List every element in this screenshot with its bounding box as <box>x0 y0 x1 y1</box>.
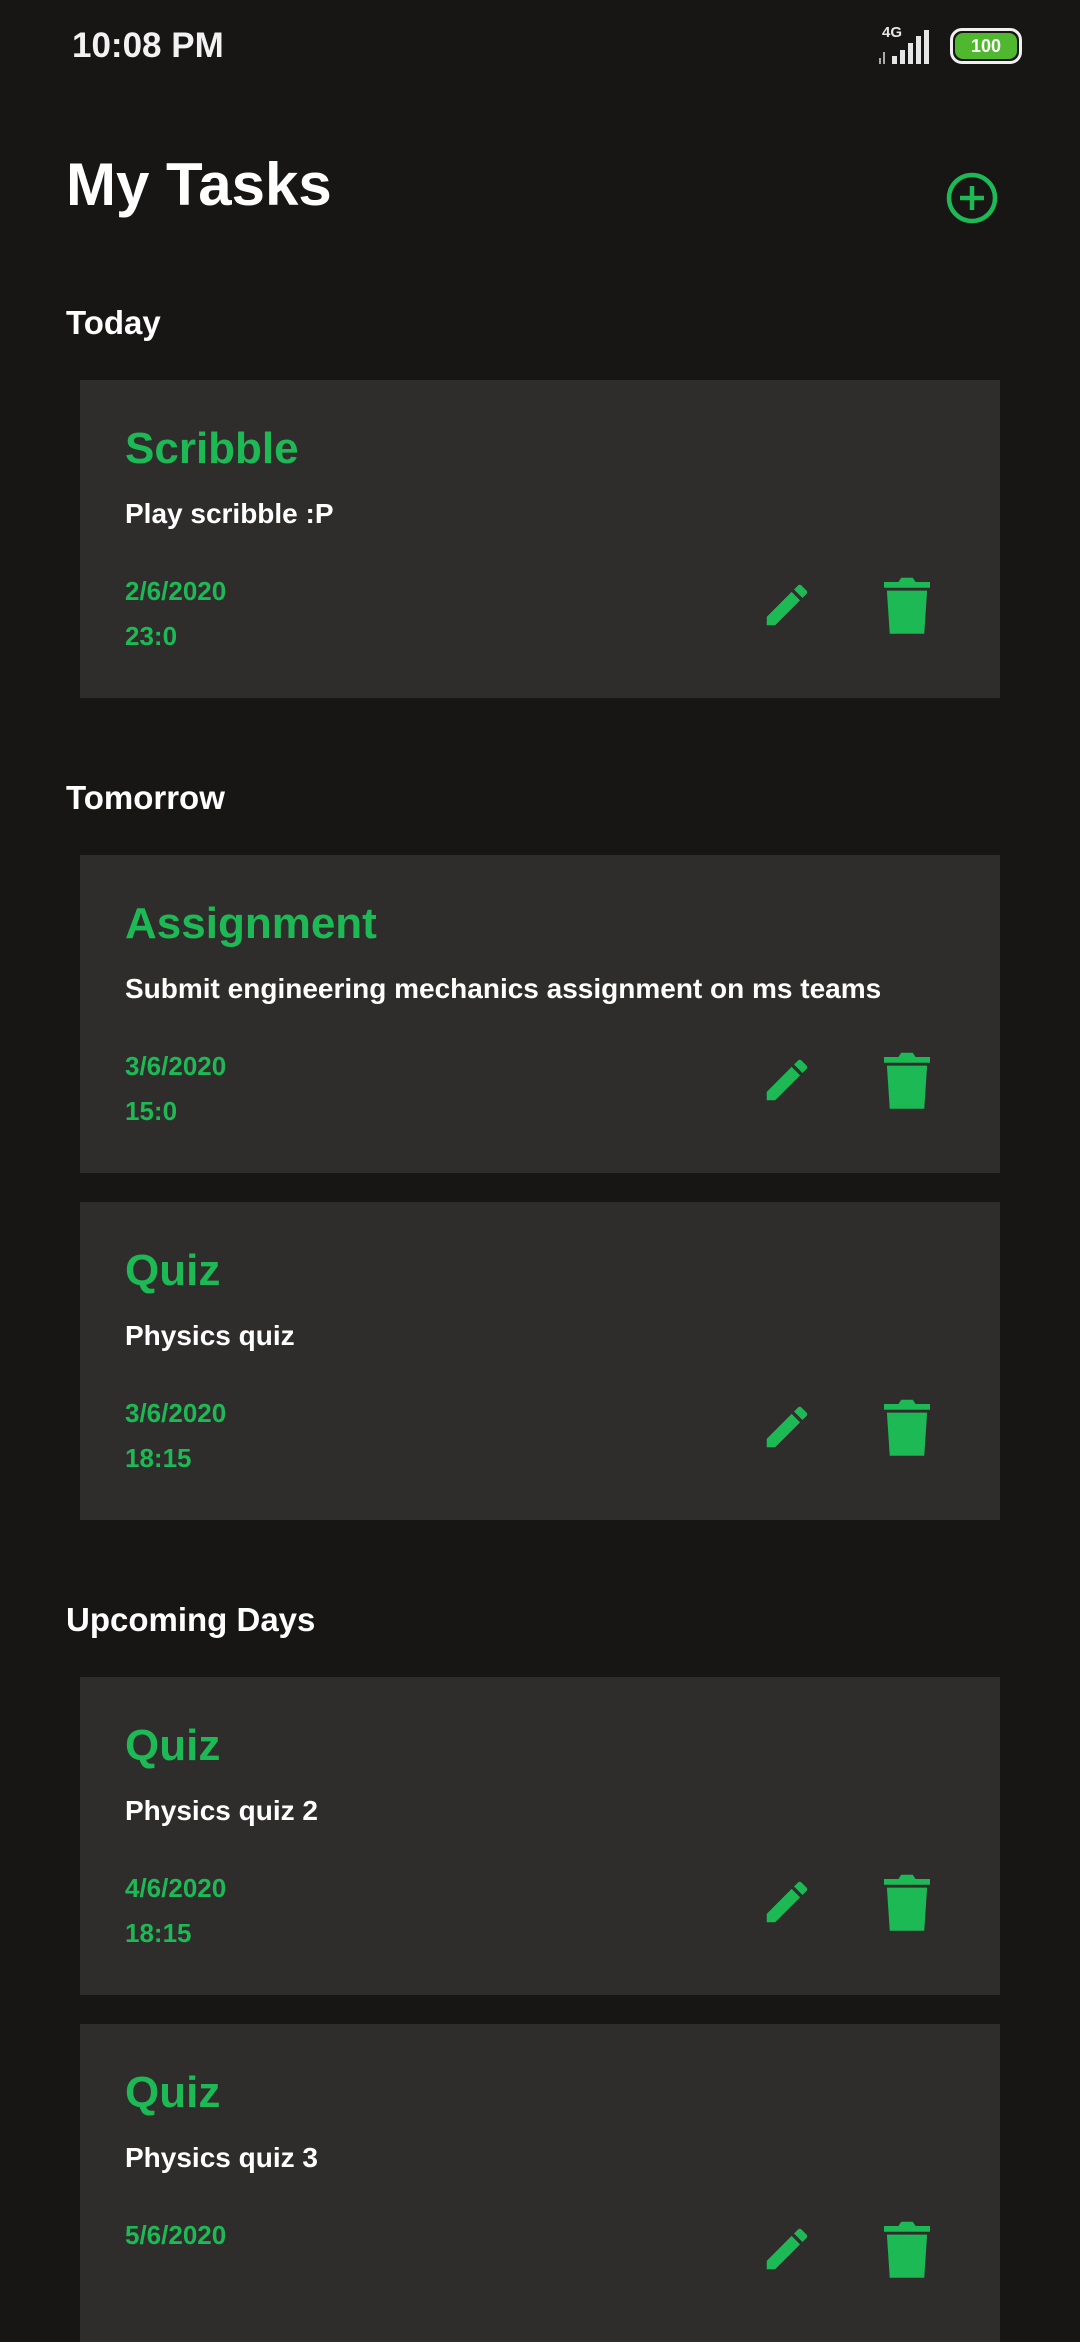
task-date: 3/6/2020 <box>125 1398 227 1428</box>
status-time: 10:08 PM <box>72 26 224 65</box>
task-date: 5/6/2020 <box>125 2220 227 2250</box>
task-date: 4/6/2020 <box>125 1873 227 1903</box>
edit-task-button[interactable] <box>760 1400 814 1454</box>
task-card[interactable]: Scribble Play scribble :P 2/6/2020 23:0 <box>80 380 1000 698</box>
status-icons: 4G 100 <box>876 24 1022 66</box>
task-card[interactable]: Assignment Submit engineering mechanics … <box>80 855 1000 1173</box>
plus-circle-icon <box>946 172 998 224</box>
trash-icon <box>884 1874 930 1931</box>
network-type: 4G <box>882 24 903 41</box>
task-description: Physics quiz 3 <box>125 2142 318 2173</box>
delete-task-button[interactable] <box>884 576 930 634</box>
status-bar: 10:08 PM 4G 100 <box>0 0 1080 96</box>
task-time: 15:0 <box>125 1096 178 1126</box>
task-time: 18:15 <box>125 1443 192 1473</box>
trash-icon <box>884 577 930 634</box>
trash-icon <box>884 1399 930 1456</box>
pencil-icon <box>766 1406 808 1448</box>
add-task-button[interactable] <box>944 170 1000 226</box>
edit-task-button[interactable] <box>760 2222 814 2276</box>
pencil-icon <box>766 1881 808 1923</box>
trash-icon <box>884 2221 930 2278</box>
task-description: Submit engineering mechanics assignment … <box>125 973 882 1004</box>
pencil-icon <box>766 584 808 626</box>
edit-task-button[interactable] <box>760 1875 814 1929</box>
task-card[interactable]: Quiz Physics quiz 3 5/6/2020 <box>80 2024 1000 2342</box>
task-date: 3/6/2020 <box>125 1051 227 1081</box>
task-date: 2/6/2020 <box>125 576 227 606</box>
task-description: Physics quiz <box>125 1320 295 1351</box>
signal-icon: 4G <box>876 24 936 64</box>
delete-task-button[interactable] <box>884 1051 930 1109</box>
page-title: My Tasks <box>66 151 332 218</box>
trash-icon <box>884 1052 930 1109</box>
task-title: Quiz <box>125 2068 221 2117</box>
delete-task-button[interactable] <box>884 1873 930 1931</box>
task-description: Play scribble :P <box>125 498 334 529</box>
section-heading-upcoming: Upcoming Days <box>66 1601 316 1638</box>
section-heading-today: Today <box>66 304 161 341</box>
task-time: 23:0 <box>125 621 178 651</box>
pencil-icon <box>766 2228 808 2270</box>
edit-task-button[interactable] <box>760 578 814 632</box>
task-card[interactable]: Quiz Physics quiz 2 4/6/2020 18:15 <box>80 1677 1000 1995</box>
task-card[interactable]: Quiz Physics quiz 3/6/2020 18:15 <box>80 1202 1000 1520</box>
task-time: 18:15 <box>125 1918 192 1948</box>
task-title: Quiz <box>125 1246 221 1295</box>
task-title: Quiz <box>125 1721 221 1770</box>
delete-task-button[interactable] <box>884 1398 930 1456</box>
section-heading-tomorrow: Tomorrow <box>66 779 225 816</box>
task-description: Physics quiz 2 <box>125 1795 318 1826</box>
task-title: Scribble <box>125 424 299 473</box>
edit-task-button[interactable] <box>760 1053 814 1107</box>
battery-level: 100 <box>955 33 1017 59</box>
pencil-icon <box>766 1059 808 1101</box>
task-title: Assignment <box>125 899 377 948</box>
battery-icon: 100 <box>950 28 1022 64</box>
delete-task-button[interactable] <box>884 2220 930 2278</box>
